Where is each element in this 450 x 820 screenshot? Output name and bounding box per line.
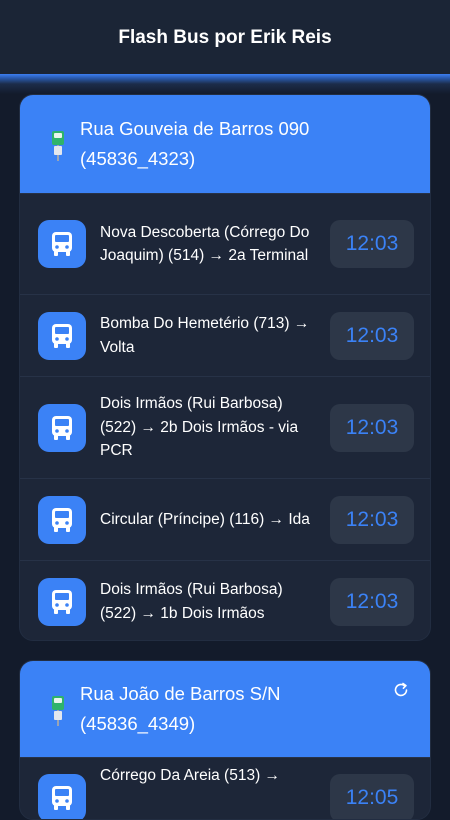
- route-row[interactable]: Circular (Príncipe) (116) → Ida 12:03: [20, 478, 430, 560]
- bus-icon-badge: [38, 495, 86, 544]
- route-name: Córrego Da Areia (513) →: [100, 767, 281, 784]
- stop-card: Rua João de Barros S/N (45836_4349) Córr…: [19, 660, 431, 820]
- app-bar: Flash Bus por Erik Reis: [0, 0, 450, 76]
- bus-icon: [52, 589, 72, 614]
- arrival-time: 12:03: [330, 577, 414, 626]
- refresh-icon[interactable]: [392, 681, 410, 699]
- bus-icon: [52, 323, 72, 348]
- arrival-time: 12:03: [330, 311, 414, 360]
- route-name: Bomba Do Hemetério (713) → Volta: [100, 315, 310, 356]
- route-row[interactable]: Nova Descoberta (Córrego Do Joaquim) (51…: [20, 193, 430, 294]
- route-row[interactable]: Bomba Do Hemetério (713) → Volta 12:03: [20, 294, 430, 376]
- bus-icon: [52, 415, 72, 440]
- bus-icon: [52, 786, 72, 810]
- bus-icon-badge: [38, 311, 86, 360]
- route-name: Dois Irmãos (Rui Barbosa) (522) → 1b Doi…: [100, 581, 283, 622]
- bus-icon-badge: [38, 220, 86, 268]
- route-name: Nova Descoberta (Córrego Do Joaquim) (51…: [100, 223, 310, 265]
- bus-icon-badge: [38, 403, 86, 452]
- stop-title: Rua João de Barros S/N (45836_4349): [80, 683, 281, 734]
- stop-card-header[interactable]: Rua João de Barros S/N (45836_4349): [20, 661, 430, 757]
- route-row[interactable]: Dois Irmãos (Rui Barbosa) (522) → 1b Doi…: [20, 560, 430, 640]
- route-row[interactable]: Córrego Da Areia (513) → 12:05: [20, 757, 430, 819]
- stop-title: Rua Gouveia de Barros 090 (45836_4323): [80, 118, 310, 169]
- route-name: Dois Irmãos (Rui Barbosa) (522) → 2b Doi…: [100, 395, 299, 460]
- bus-icon-badge: [38, 774, 86, 819]
- bus-icon: [52, 507, 72, 532]
- stop-card-header[interactable]: Rua Gouveia de Barros 090 (45836_4323): [20, 95, 430, 193]
- bus-icon-badge: [38, 577, 86, 626]
- bus-stop-sign-icon: [52, 696, 64, 726]
- bus-stop-sign-icon: [52, 131, 64, 161]
- arrival-time: 12:03: [330, 495, 414, 544]
- route-name: Circular (Príncipe) (116) → Ida: [100, 510, 310, 528]
- bus-icon: [52, 232, 72, 256]
- arrival-time: 12:05: [330, 774, 414, 819]
- stop-card: Rua Gouveia de Barros 090 (45836_4323) N…: [19, 94, 431, 641]
- route-row[interactable]: Dois Irmãos (Rui Barbosa) (522) → 2b Doi…: [20, 376, 430, 478]
- app-title: Flash Bus por Erik Reis: [118, 27, 332, 48]
- app-bar-accent: [0, 74, 450, 94]
- arrival-time: 12:03: [330, 403, 414, 452]
- arrival-time: 12:03: [330, 220, 414, 268]
